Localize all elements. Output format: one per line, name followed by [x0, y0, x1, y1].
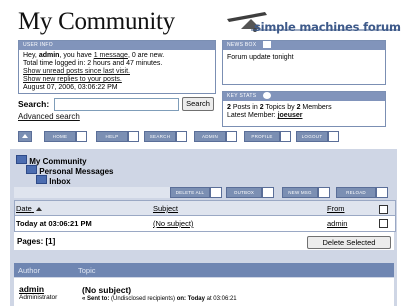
message-subject: (No subject) [82, 285, 132, 295]
select-all-checkbox[interactable] [379, 205, 388, 214]
pages-indicator: Pages: [1] [17, 237, 55, 246]
trash-icon[interactable] [210, 187, 222, 198]
search-input[interactable] [54, 98, 179, 111]
col-subject[interactable]: Subject [153, 204, 178, 213]
sent-to-recipients: (Undisclosed recipients) [111, 296, 176, 302]
message-header [14, 263, 394, 277]
message-author[interactable]: admin [19, 284, 44, 294]
search-icon[interactable] [176, 131, 187, 142]
nav-profile[interactable]: PROFILE [244, 131, 280, 142]
col-date[interactable]: Date [16, 204, 42, 213]
breadcrumb-inbox[interactable]: Inbox [49, 177, 70, 186]
delete-all-button[interactable]: DELETE ALL [170, 187, 210, 198]
col-author: Author [18, 266, 41, 275]
toolbar-spacer [14, 187, 170, 198]
outbox-icon[interactable] [262, 187, 274, 198]
stats-line: 2 Posts in 2 Topics by 2 Members [227, 104, 381, 112]
messages-link[interactable]: 1 message [94, 52, 128, 59]
latest-member-label: Latest Member: [227, 112, 278, 119]
reload-icon[interactable] [376, 187, 388, 198]
reload-button[interactable]: RELOAD [336, 187, 376, 198]
new-msg-button[interactable]: NEW MSG [282, 187, 318, 198]
unread-posts-link[interactable]: Show unread posts since last visit. [23, 68, 211, 76]
greeting-prefix: Hey, [23, 52, 39, 59]
user-info-body: Hey, admin, you have 1 message, 0 are ne… [19, 50, 215, 94]
row-checkbox[interactable] [379, 219, 388, 228]
row-from[interactable]: admin [327, 219, 347, 228]
row-divider [15, 215, 395, 216]
col-from[interactable]: From [327, 204, 345, 213]
advanced-search-link[interactable]: Advanced search [18, 112, 80, 121]
sent-to-label: « Sent to: [82, 296, 112, 302]
news-box: NEWS BOX Forum update tonight [222, 40, 386, 85]
key-stats-title-text: KEY STATS [227, 93, 257, 99]
greeting-mid: , you have [59, 52, 94, 59]
breadcrumb-level-3[interactable]: Inbox [36, 175, 71, 186]
nav-home[interactable]: HOME [44, 131, 76, 142]
pages-label: Pages: [17, 237, 46, 246]
collapse-arrow-icon [22, 134, 28, 138]
pages-value[interactable]: [1] [45, 237, 55, 246]
admin-icon[interactable] [226, 131, 237, 142]
members-suffix: Members [300, 104, 332, 111]
row-date: Today at 03:06:21 PM [16, 219, 92, 228]
sent-on-label: on: [175, 296, 188, 302]
folder-icon [36, 175, 47, 184]
news-box-title-text: NEWS BOX [227, 42, 257, 48]
current-datetime: August 07, 2006, 03:06:22 PM [23, 84, 118, 91]
user-info-box: USER INFO Hey, admin, you have 1 message… [18, 40, 216, 94]
key-stats-box: KEY STATS 2 Posts in 2 Topics by 2 Membe… [222, 91, 386, 127]
greeting-line: Hey, admin, you have 1 message, 0 are ne… [23, 52, 211, 60]
time-logged: Total time logged in: 2 hours and 47 min… [23, 60, 163, 67]
folder-icon [26, 165, 37, 174]
outbox-button[interactable]: OUTBOX [226, 187, 262, 198]
message-author-role: Administrator [19, 294, 58, 301]
sort-up-icon[interactable] [35, 207, 42, 211]
delete-selected-button[interactable]: Delete Selected [307, 236, 391, 249]
news-box-title: NEWS BOX [223, 41, 385, 50]
stats-icon [263, 92, 272, 100]
nav-admin[interactable]: ADMIN [194, 131, 226, 142]
posts-mid: Posts in [230, 104, 260, 111]
latest-member-link[interactable]: joeuser [278, 112, 303, 119]
latest-member-line: Latest Member: joeuser [227, 112, 381, 120]
search-button[interactable]: Search [182, 97, 214, 111]
greeting-suffix: , 0 are new. [127, 52, 165, 59]
search-label: Search: [18, 99, 50, 109]
help-icon[interactable] [128, 131, 139, 142]
key-stats-body: 2 Posts in 2 Topics by 2 Members Latest … [223, 101, 385, 122]
news-text: Forum update tonight [227, 54, 294, 61]
user-info-title: USER INFO [19, 41, 215, 50]
nav-help[interactable]: HELP [96, 131, 128, 142]
key-stats-title: KEY STATS [223, 92, 385, 101]
forum-title: My Community [18, 8, 175, 35]
sent-today: Today [187, 296, 205, 302]
nav-search[interactable]: SEARCH [144, 131, 176, 142]
pen-icon[interactable] [318, 187, 330, 198]
message-meta: « Sent to: (Undisclosed recipients) on: … [82, 296, 237, 302]
home-icon[interactable] [76, 131, 87, 142]
logout-icon[interactable] [328, 131, 339, 142]
nav-logout[interactable]: LOGOUT [296, 131, 328, 142]
new-replies-link[interactable]: Show new replies to your posts. [23, 76, 211, 84]
folder-icon [16, 155, 27, 164]
smf-logo-text: simple machines forum [254, 20, 401, 34]
col-date-label[interactable]: Date [16, 204, 32, 213]
username: admin [38, 52, 60, 59]
topics-mid: Topics by [263, 104, 297, 111]
inbox-table: Date Subject From Today at 03:06:21 PM (… [14, 200, 396, 232]
sent-time: at 03:06:21 [204, 296, 237, 302]
profile-icon[interactable] [280, 131, 291, 142]
collapse-toggle[interactable] [18, 131, 32, 142]
news-icon [263, 41, 272, 49]
col-topic: Topic [78, 266, 96, 275]
row-subject[interactable]: (No subject) [153, 219, 193, 228]
